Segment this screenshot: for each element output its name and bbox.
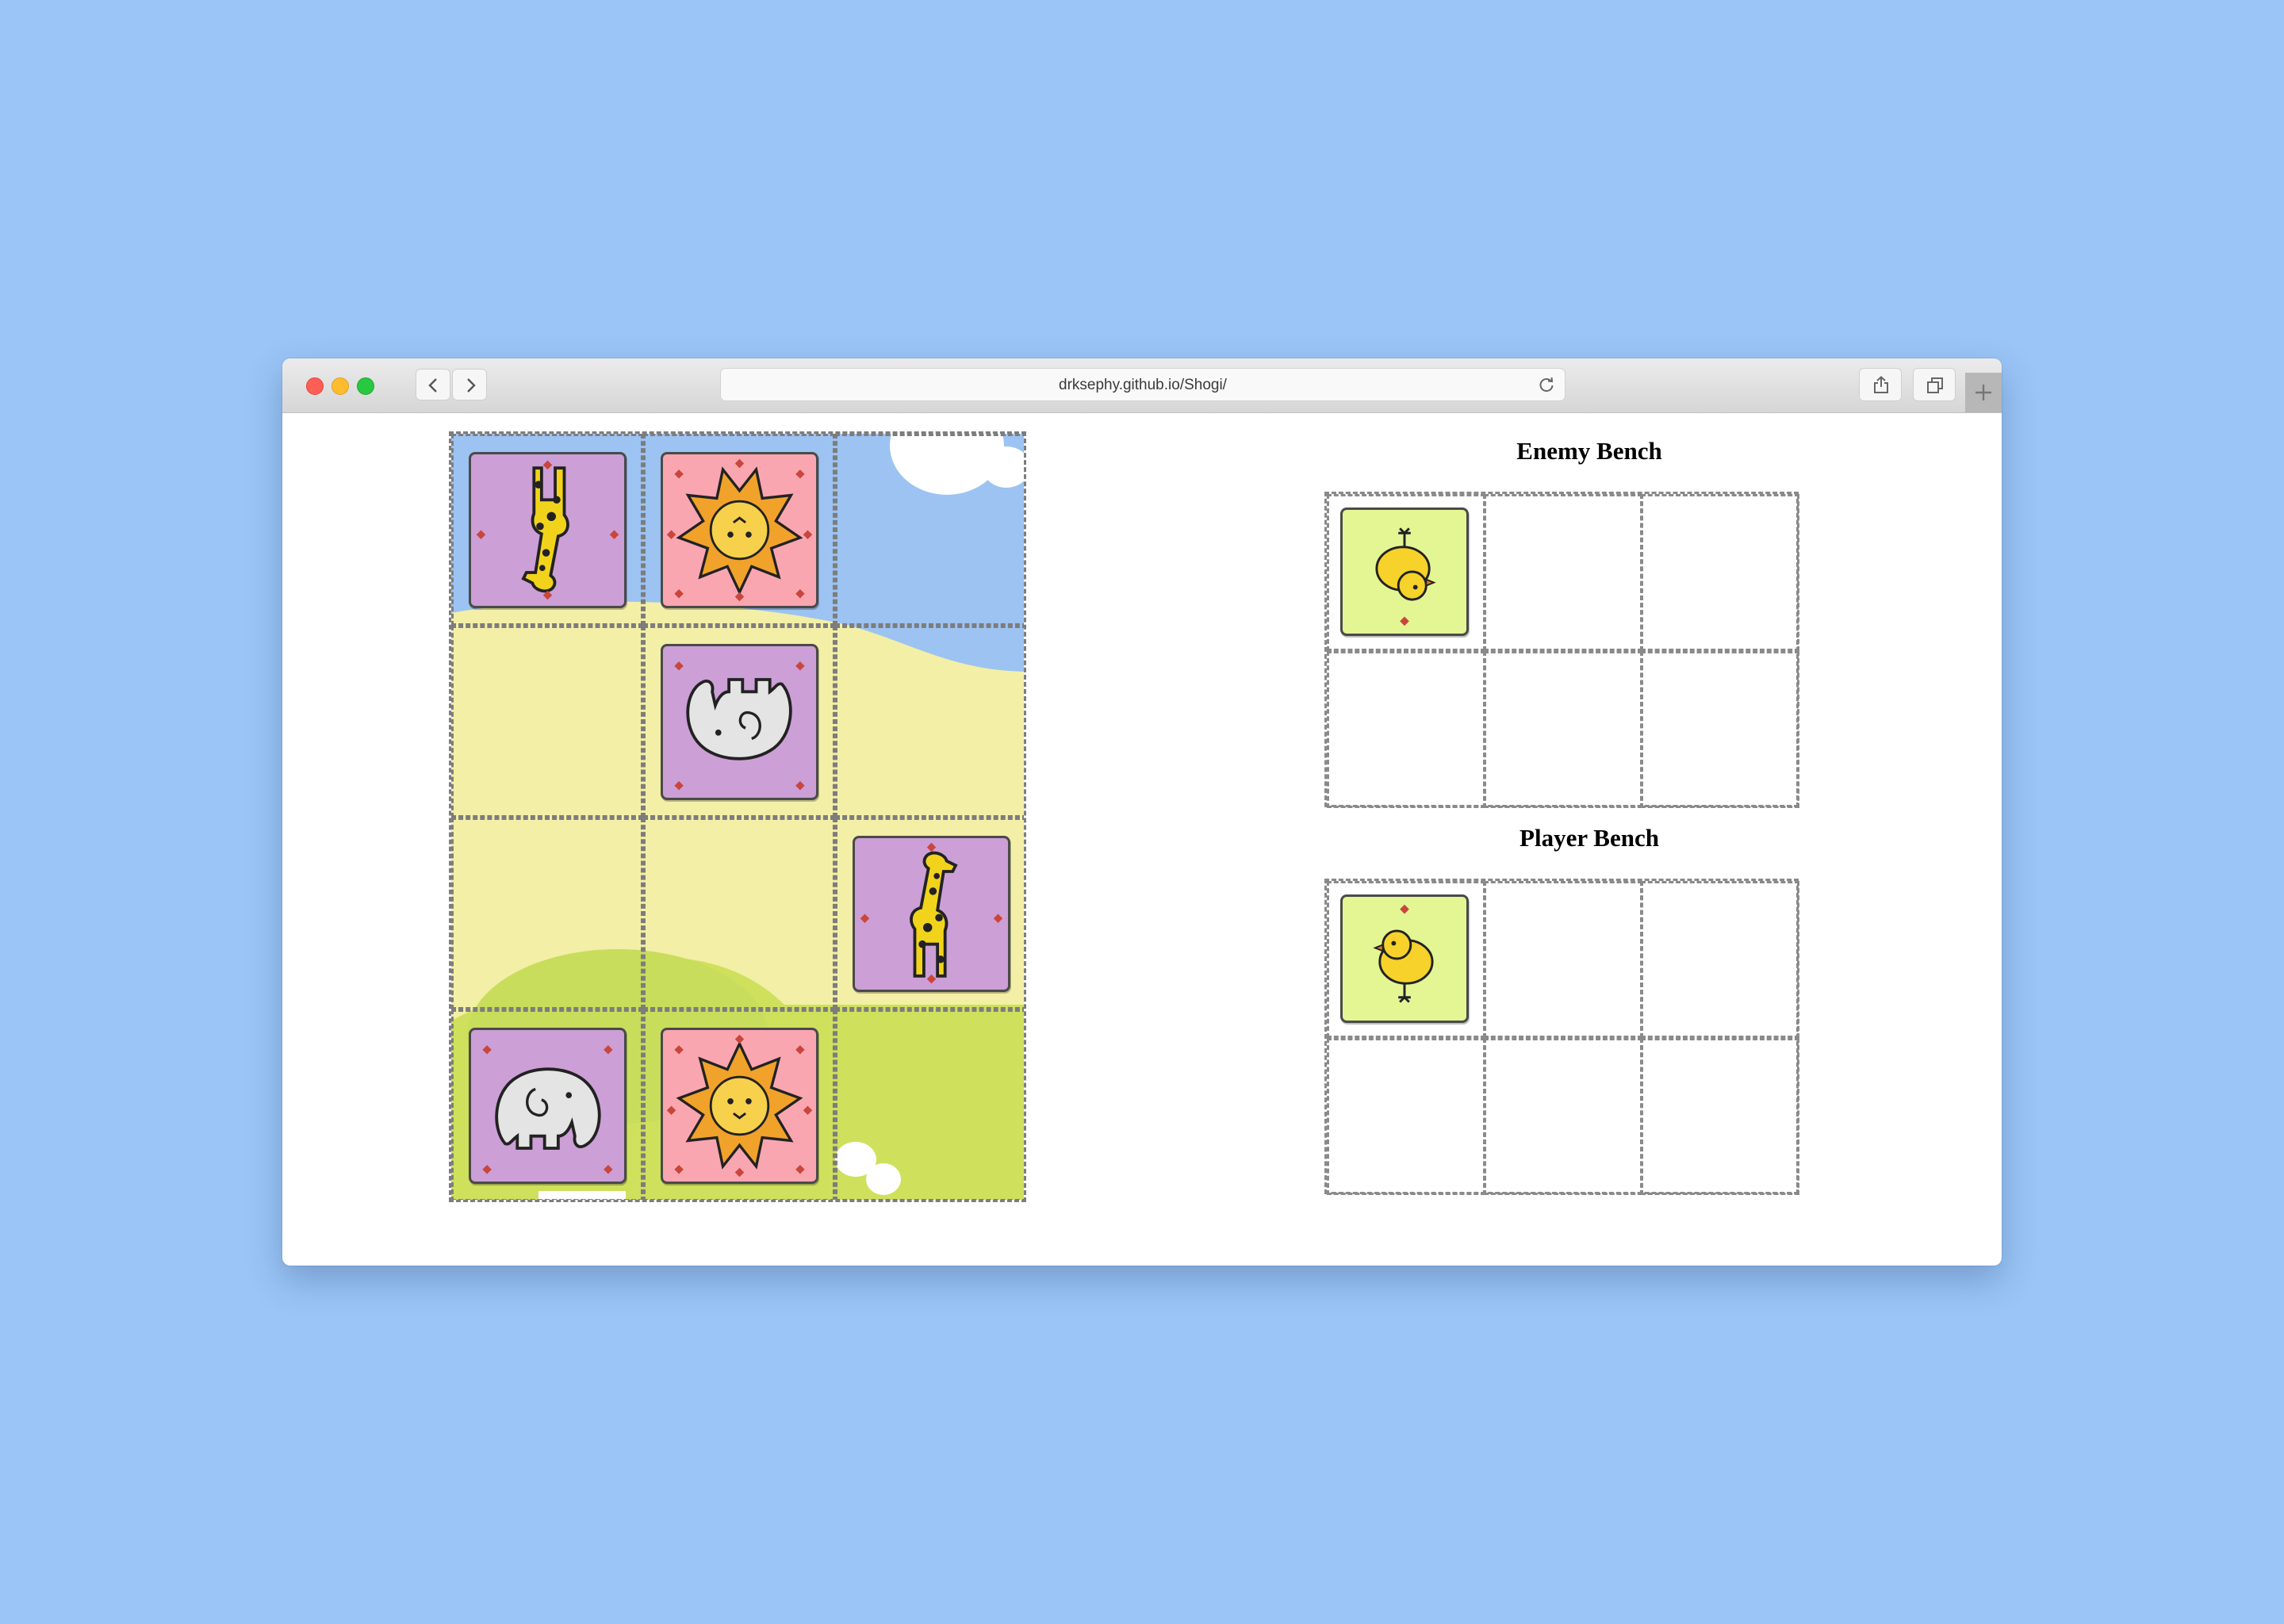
- lion-icon: [666, 1034, 813, 1178]
- board-square-r4c2[interactable]: [643, 1009, 835, 1200]
- close-window-button[interactable]: [306, 377, 324, 395]
- tabs-overview-button[interactable]: [1913, 368, 1956, 401]
- player-bench-slot-3[interactable]: [1641, 881, 1799, 1038]
- zoom-window-button[interactable]: [357, 377, 374, 395]
- elephant-icon: [674, 661, 805, 791]
- forward-button[interactable]: [452, 369, 487, 400]
- board-square-r1c2[interactable]: [643, 434, 835, 626]
- board-square-r1c3[interactable]: [835, 434, 1024, 626]
- player-bench-title: Player Bench: [1519, 824, 1659, 852]
- player-bench-slot-2[interactable]: [1484, 881, 1642, 1038]
- browser-titlebar: drksephy.github.io/Shogi/: [282, 358, 2002, 413]
- minimize-window-button[interactable]: [331, 377, 349, 395]
- lion-icon: [666, 458, 813, 602]
- enemy-lion-piece[interactable]: [661, 452, 818, 608]
- player-bench-slot-1[interactable]: [1327, 881, 1485, 1038]
- board-square-r3c1[interactable]: [451, 818, 643, 1009]
- board-square-r3c3[interactable]: [835, 818, 1024, 1009]
- enemy-bench-slot-4[interactable]: [1327, 651, 1485, 808]
- chick-icon: [1373, 904, 1434, 1003]
- giraffe-icon: [860, 842, 1003, 984]
- board-square-r3c2[interactable]: [643, 818, 835, 1009]
- board-square-r1c1[interactable]: [451, 434, 643, 626]
- share-button[interactable]: [1859, 368, 1902, 401]
- enemy-bench-slot-2[interactable]: [1484, 494, 1642, 651]
- player-elephant-piece[interactable]: [469, 1028, 627, 1184]
- chevron-right-icon: [467, 378, 476, 393]
- board-square-r2c3[interactable]: [835, 626, 1024, 818]
- enemy-bench-title: Enemy Bench: [1516, 437, 1662, 465]
- chevron-left-icon: [428, 378, 437, 393]
- player-bench-slot-5[interactable]: [1484, 1038, 1642, 1195]
- player-lion-piece[interactable]: [661, 1028, 818, 1184]
- player-giraffe-piece[interactable]: [853, 836, 1010, 992]
- back-button[interactable]: [416, 369, 450, 400]
- tabs-icon: [1927, 377, 1943, 393]
- reload-icon[interactable]: [1538, 376, 1555, 393]
- share-icon: [1874, 376, 1888, 393]
- chick-icon: [1375, 527, 1436, 626]
- address-bar[interactable]: drksephy.github.io/Shogi/: [720, 368, 1565, 401]
- board-square-r4c1[interactable]: [451, 1009, 643, 1200]
- enemy-bench-slot-6[interactable]: [1641, 651, 1799, 808]
- plus-icon: [1976, 385, 1991, 400]
- game-board: [449, 431, 1026, 1202]
- enemy-giraffe-piece[interactable]: [469, 452, 627, 608]
- board-square-r2c1[interactable]: [451, 626, 643, 818]
- enemy-elephant-piece[interactable]: [661, 644, 818, 800]
- board-square-r2c2[interactable]: [643, 626, 835, 818]
- enemy-bench-slot-1[interactable]: [1327, 494, 1485, 651]
- enemy-chick-piece[interactable]: [1340, 508, 1469, 636]
- enemy-bench: [1324, 492, 1799, 808]
- board-square-r4c3[interactable]: [835, 1009, 1024, 1200]
- enemy-bench-slot-5[interactable]: [1484, 651, 1642, 808]
- enemy-bench-slot-3[interactable]: [1641, 494, 1799, 651]
- player-chick-piece[interactable]: [1340, 894, 1469, 1023]
- giraffe-icon: [476, 460, 619, 600]
- player-bench-slot-6[interactable]: [1641, 1038, 1799, 1195]
- address-bar-url: drksephy.github.io/Shogi/: [1059, 377, 1227, 393]
- new-tab-button[interactable]: [1965, 373, 2002, 412]
- elephant-icon: [482, 1045, 613, 1174]
- player-bench: [1324, 879, 1799, 1195]
- browser-window: drksephy.github.io/Shogi/ Enemy Bench Pl…: [282, 358, 2002, 1266]
- player-bench-slot-4[interactable]: [1327, 1038, 1485, 1195]
